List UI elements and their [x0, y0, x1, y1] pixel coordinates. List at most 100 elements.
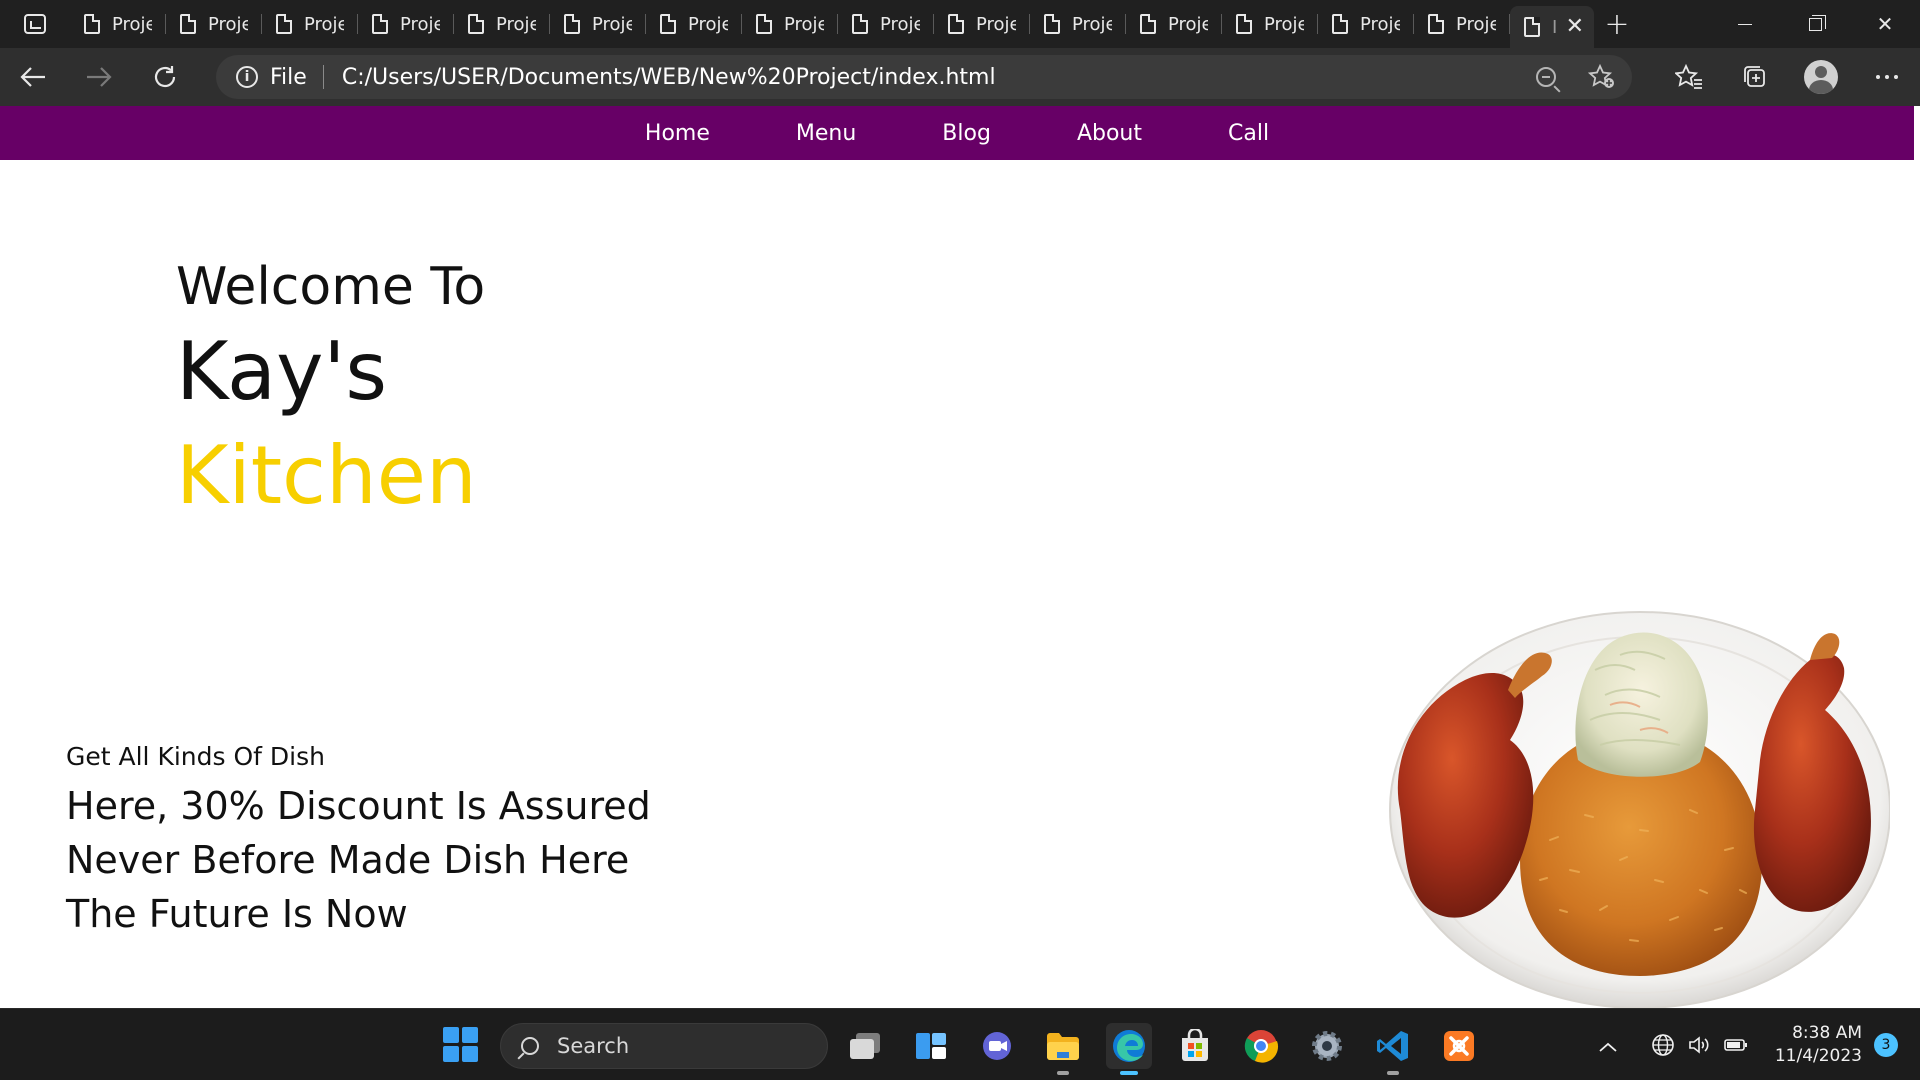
page-icon [84, 14, 100, 34]
show-hidden-icons-chevron-icon[interactable] [1599, 1033, 1617, 1057]
avatar [1804, 60, 1838, 94]
dish-image [1389, 611, 1890, 1008]
microsoft-store-button[interactable] [1172, 1023, 1218, 1069]
widgets-button[interactable] [908, 1023, 954, 1069]
taskbar-search[interactable]: Search [500, 1023, 828, 1069]
page-icon [1236, 14, 1252, 34]
browser-tab[interactable]: Proje [1222, 0, 1318, 48]
tab-label: Proje [880, 13, 920, 35]
hero-brand-kitchen: Kitchen [176, 429, 477, 523]
tab-label: Proje [976, 13, 1016, 35]
web-page: Home Menu Blog About Call Welcome To Kay… [0, 106, 1920, 1008]
browser-tab[interactable]: Proje [1030, 0, 1126, 48]
windows-taskbar: Search 8:38 AM 11/4/2023 3 [0, 1008, 1920, 1080]
page-scrollbar[interactable] [1914, 106, 1920, 1008]
volume-icon [1689, 1036, 1709, 1054]
tab-label: Proje [112, 13, 152, 35]
nav-link-blog[interactable]: Blog [942, 121, 991, 146]
settings-menu-button[interactable] [1854, 48, 1920, 106]
collections-icon [1744, 66, 1765, 87]
forward-button[interactable] [66, 48, 132, 106]
browser-tab[interactable]: Proje [262, 0, 358, 48]
zoom-out-icon[interactable] [1536, 67, 1556, 87]
info-icon[interactable]: i [236, 66, 258, 88]
tray-quick-settings[interactable] [1651, 1033, 1749, 1057]
system-tray: 8:38 AM 11/4/2023 3 [1599, 1009, 1920, 1081]
nav-link-menu[interactable]: Menu [796, 121, 856, 146]
page-icon [1044, 14, 1060, 34]
favorites-button[interactable] [1656, 48, 1722, 106]
browser-tab[interactable]: Proje [1126, 0, 1222, 48]
chrome-icon [1244, 1030, 1279, 1063]
address-url[interactable]: C:/Users/USER/Documents/WEB/New%20Projec… [342, 65, 996, 90]
reload-button[interactable] [132, 48, 198, 106]
edge-browser-button[interactable] [1106, 1023, 1152, 1075]
browser-tab[interactable]: Proje [1318, 0, 1414, 48]
nav-link-home[interactable]: Home [645, 121, 710, 146]
minimize-button[interactable] [1710, 0, 1780, 48]
window-controls: ✕ [1710, 0, 1920, 48]
nav-link-call[interactable]: Call [1228, 121, 1269, 146]
browser-tab[interactable]: Proje [454, 0, 550, 48]
tab-label: Proje [1168, 13, 1208, 35]
page-icon [1428, 14, 1444, 34]
tab-label: Proje [784, 13, 824, 35]
browser-tab[interactable]: Proje [1414, 0, 1510, 48]
settings-app-button[interactable] [1304, 1023, 1350, 1069]
running-indicator [1057, 1071, 1069, 1075]
vscode-button[interactable] [1370, 1023, 1416, 1075]
running-indicator [1387, 1071, 1399, 1075]
browser-tab[interactable]: Proje [358, 0, 454, 48]
add-favorite-icon[interactable] [1588, 64, 1616, 90]
close-window-button[interactable]: ✕ [1850, 0, 1920, 48]
restore-button[interactable] [1780, 0, 1850, 48]
promo-text: Get All Kinds Of Dish Here, 30% Discount… [66, 742, 651, 941]
store-icon [1182, 1029, 1208, 1061]
browser-tab[interactable]: Proje [838, 0, 934, 48]
promo-line: Never Before Made Dish Here [66, 838, 630, 882]
hero-brand-name: Kay's [176, 325, 388, 419]
address-separator [322, 65, 324, 89]
battery-icon [1724, 1039, 1747, 1051]
edge-icon [1113, 1030, 1145, 1062]
promo-tagline: Get All Kinds Of Dish [66, 742, 325, 771]
page-icon [372, 14, 388, 34]
address-bar[interactable]: i File C:/Users/USER/Documents/WEB/New%2… [216, 55, 1632, 99]
browser-tab[interactable]: Proje [550, 0, 646, 48]
browser-toolbar: i File C:/Users/USER/Documents/WEB/New%2… [0, 48, 1920, 106]
browser-tab[interactable]: Proje [166, 0, 262, 48]
nav-link-about[interactable]: About [1077, 121, 1142, 146]
chrome-browser-button[interactable] [1238, 1023, 1284, 1069]
xampp-button[interactable] [1436, 1023, 1482, 1069]
notification-badge[interactable]: 3 [1874, 1033, 1898, 1057]
forward-arrow-icon [87, 67, 112, 87]
page-icon [1140, 14, 1156, 34]
file-explorer-button[interactable] [1040, 1023, 1086, 1075]
page-icon [564, 14, 580, 34]
tab-actions-button[interactable] [0, 0, 70, 48]
taskbar-clock[interactable]: 8:38 AM 11/4/2023 [1775, 1022, 1862, 1068]
task-view-button[interactable] [842, 1023, 888, 1069]
profile-button[interactable] [1788, 48, 1854, 106]
teams-chat-button[interactable] [974, 1023, 1020, 1069]
collections-button[interactable] [1722, 48, 1788, 106]
minimize-icon [1738, 23, 1752, 25]
browser-tab[interactable]: Proje [646, 0, 742, 48]
xampp-icon [1444, 1031, 1474, 1061]
back-button[interactable] [0, 48, 66, 106]
browser-tab[interactable]: Proje [934, 0, 1030, 48]
close-tab-icon[interactable]: ✕ [1566, 16, 1584, 38]
page-icon [180, 14, 196, 34]
new-tab-button[interactable]: + [1594, 0, 1640, 48]
browser-tab-active[interactable]: I ✕ [1510, 6, 1594, 48]
toolbar-right [1656, 48, 1920, 106]
start-button[interactable] [443, 1027, 479, 1063]
tab-label: Proje [400, 13, 440, 35]
promo-line: The Future Is Now [66, 892, 408, 936]
favorites-icon [1675, 64, 1702, 89]
more-options-icon [1876, 75, 1898, 79]
page-icon [756, 14, 772, 34]
browser-tab[interactable]: Proje [742, 0, 838, 48]
browser-tab[interactable]: Proje [70, 0, 166, 48]
clock-date: 11/4/2023 [1774, 1046, 1862, 1066]
